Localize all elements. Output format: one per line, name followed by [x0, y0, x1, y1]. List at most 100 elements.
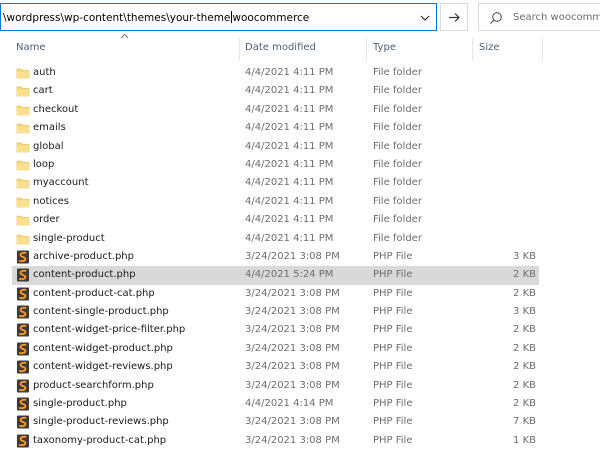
navigation-bar: \wordpress\wp-content\themes\your-theme w… — [0, 0, 600, 34]
folder-icon — [16, 123, 30, 134]
file-name: content-product-cat.php — [33, 287, 155, 299]
file-type: File folder — [373, 232, 422, 244]
file-row[interactable]: content-product-cat.php 3/24/2021 3:08 PM… — [0, 285, 600, 303]
file-explorer-window: \wordpress\wp-content\themes\your-theme w… — [0, 0, 600, 457]
file-size: 3 KB — [513, 250, 536, 262]
file-date-modified: 4/4/2021 4:11 PM — [245, 140, 334, 152]
file-row[interactable]: order 4/4/2021 4:11 PM File folder — [0, 211, 600, 229]
go-button[interactable] — [440, 3, 468, 31]
file-row[interactable]: emails 4/4/2021 4:11 PM File folder — [0, 119, 600, 137]
file-type: PHP File — [373, 306, 413, 318]
file-name: notices — [33, 195, 70, 207]
file-row[interactable]: auth 4/4/2021 4:11 PM File folder — [0, 64, 600, 82]
file-type: PHP File — [373, 434, 413, 446]
file-row[interactable]: content-widget-product.php 3/24/2021 3:08… — [0, 340, 600, 358]
search-input[interactable]: Search woocommerce — [478, 3, 600, 31]
file-size: 2 KB — [513, 342, 536, 354]
file-size: 2 KB — [513, 324, 536, 336]
file-date-modified: 4/4/2021 4:11 PM — [245, 232, 334, 244]
file-name: global — [33, 140, 64, 152]
file-type: PHP File — [373, 416, 413, 428]
file-row[interactable]: content-widget-price-filter.php 3/24/2021… — [0, 321, 600, 339]
file-type: File folder — [373, 140, 422, 152]
address-path-end: woocommerce — [232, 12, 310, 24]
file-name: single-product-reviews.php — [33, 416, 169, 428]
file-date-modified: 3/24/2021 3:08 PM — [245, 361, 340, 373]
file-name: archive-product.php — [33, 250, 134, 262]
file-name: content-widget-product.php — [33, 342, 173, 354]
php-file-icon — [17, 434, 29, 448]
column-divider[interactable] — [366, 38, 367, 60]
file-date-modified: 4/4/2021 4:11 PM — [245, 195, 334, 207]
file-date-modified: 3/24/2021 3:08 PM — [245, 379, 340, 391]
column-header-size[interactable]: Size — [479, 42, 500, 53]
file-type: File folder — [373, 195, 422, 207]
file-size: 3 KB — [513, 306, 536, 318]
column-header-name[interactable]: Name — [16, 42, 46, 53]
file-row[interactable]: myaccount 4/4/2021 4:11 PM File folder — [0, 174, 600, 192]
file-size: 1 KB — [513, 434, 536, 446]
folder-icon — [16, 160, 30, 171]
php-file-icon — [17, 397, 29, 411]
chevron-down-icon[interactable] — [419, 13, 431, 23]
file-date-modified: 3/24/2021 3:08 PM — [245, 324, 340, 336]
file-row[interactable]: content-widget-reviews.php 3/24/2021 3:08… — [0, 358, 600, 376]
file-type: File folder — [373, 103, 422, 115]
address-bar[interactable]: \wordpress\wp-content\themes\your-theme w… — [0, 3, 437, 31]
php-file-icon — [17, 379, 29, 393]
file-date-modified: 4/4/2021 4:11 PM — [245, 103, 334, 115]
address-path[interactable]: \wordpress\wp-content\themes\your-theme w… — [3, 11, 309, 24]
file-row[interactable]: notices 4/4/2021 4:11 PM File folder — [0, 193, 600, 211]
file-row[interactable]: taxonomy-product-cat.php 3/24/2021 3:08 P… — [0, 432, 600, 450]
php-file-icon — [17, 360, 29, 374]
file-row[interactable]: single-product-reviews.php 3/24/2021 3:08… — [0, 413, 600, 431]
file-row[interactable]: cart 4/4/2021 4:11 PM File folder — [0, 82, 600, 100]
search-placeholder: Search woocommerce — [513, 12, 600, 23]
file-date-modified: 4/4/2021 4:11 PM — [245, 158, 334, 170]
column-divider[interactable] — [239, 38, 240, 60]
search-icon — [490, 12, 502, 24]
file-name: emails — [33, 122, 66, 134]
column-header-row: Name Date modified Type Size — [0, 33, 600, 60]
column-header-date[interactable]: Date modified — [245, 42, 316, 53]
file-size: 2 KB — [513, 287, 536, 299]
file-row[interactable]: single-product.php 4/4/2021 4:14 PM PHP Fi… — [0, 395, 600, 413]
file-row[interactable]: content-single-product.php 3/24/2021 3:08… — [0, 303, 600, 321]
php-file-icon — [17, 415, 29, 429]
file-date-modified: 3/24/2021 3:08 PM — [245, 342, 340, 354]
column-header-type[interactable]: Type — [373, 42, 396, 53]
column-divider[interactable] — [542, 38, 543, 60]
file-row[interactable]: global 4/4/2021 4:11 PM File folder — [0, 138, 600, 156]
file-row[interactable]: content-product.php 4/4/2021 5:24 PM PHP F… — [0, 266, 600, 285]
file-type: PHP File — [373, 342, 413, 354]
folder-icon — [16, 179, 30, 189]
file-type: PHP File — [373, 398, 413, 410]
file-name: taxonomy-product-cat.php — [33, 434, 167, 446]
file-size: 2 KB — [513, 398, 536, 410]
file-row[interactable]: single-product 4/4/2021 4:11 PM File folde… — [0, 230, 600, 248]
file-type: PHP File — [373, 361, 413, 373]
file-row[interactable]: loop 4/4/2021 4:11 PM File folder — [0, 156, 600, 174]
file-type: File folder — [373, 177, 422, 189]
file-date-modified: 4/4/2021 4:14 PM — [245, 398, 334, 410]
folder-icon — [16, 142, 30, 152]
file-row[interactable]: checkout 4/4/2021 4:11 PM File folder — [0, 101, 600, 119]
php-file-icon — [17, 287, 29, 301]
file-row[interactable]: product-searchform.php 3/24/2021 3:08 PM P… — [0, 377, 600, 395]
address-path-start: \wordpress\wp-content\themes\your-theme — [3, 12, 231, 24]
file-size: 2 KB — [513, 361, 536, 373]
file-type: PHP File — [373, 324, 413, 336]
php-file-icon — [17, 323, 29, 337]
file-type: File folder — [373, 85, 422, 97]
file-date-modified: 3/24/2021 3:08 PM — [245, 434, 340, 446]
file-type: PHP File — [373, 269, 413, 281]
file-name: loop — [33, 158, 55, 170]
file-name: myaccount — [33, 177, 89, 189]
file-size: 2 KB — [513, 379, 536, 391]
php-file-icon — [17, 342, 29, 356]
arrow-right-icon — [449, 13, 460, 22]
file-name: product-searchform.php — [33, 379, 154, 391]
column-divider[interactable] — [472, 38, 473, 60]
folder-icon — [16, 215, 30, 226]
file-row[interactable]: archive-product.php 3/24/2021 3:08 PM PHP … — [0, 248, 600, 266]
